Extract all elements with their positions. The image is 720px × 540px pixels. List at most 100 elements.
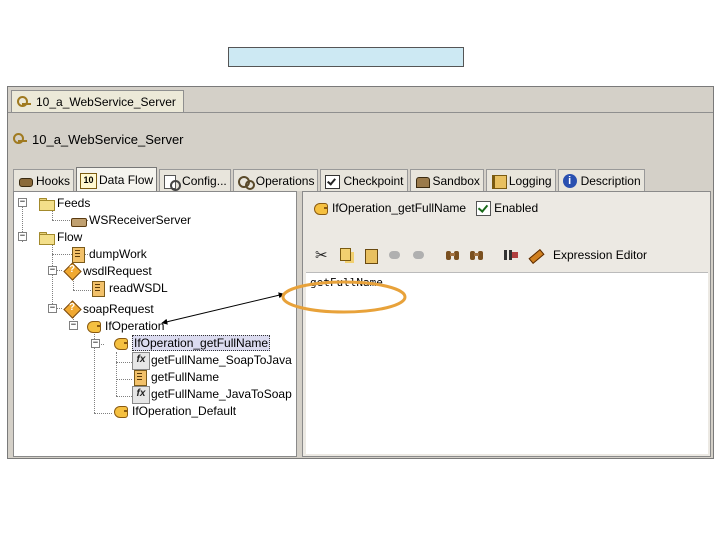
undo-button[interactable] [385,246,405,264]
tree-guide-line [52,210,53,220]
tree-node-dump-work[interactable]: dumpWork [70,246,147,263]
tab-checkpoint[interactable]: Checkpoint [320,169,408,191]
enabled-label: Enabled [494,201,539,215]
brush-icon [527,247,543,263]
tree-guide-line [116,362,132,363]
hook-icon [17,173,33,189]
redo-button[interactable] [409,246,429,264]
detail-header: IfOperation_getFullName Enabled [313,200,538,216]
collapse-toggle[interactable]: − [48,266,57,275]
detail-node-name: IfOperation_getFullName [332,201,467,215]
tab-logging[interactable]: Logging [485,169,556,191]
tree-node-ws-receiver-server[interactable]: WSReceiverServer [70,212,191,228]
document-tab[interactable]: 10_a_WebService_Server [11,90,184,112]
collapse-toggle[interactable]: − [18,232,27,241]
collapse-toggle[interactable]: − [69,321,78,330]
tree-guide-line [116,379,132,380]
script-icon [132,369,148,386]
paste-icon [363,247,379,264]
tab-hooks[interactable]: Hooks [13,169,75,191]
tab-data-flow[interactable]: Data Flow [76,167,158,191]
collapse-toggle[interactable]: − [18,198,27,207]
condition-icon [113,335,129,351]
tree-node-get-full-name-soap-to-java[interactable]: getFullName_SoapToJava [132,352,292,370]
service-key-icon [12,131,28,147]
router-icon [64,263,80,279]
application-window: 10_a_WebService_Server 10_a_WebService_S… [7,86,714,459]
tree-node-label: WSReceiverServer [89,213,192,227]
tab-label: Hooks [36,173,71,188]
cut-button[interactable] [313,246,333,264]
tree-node-get-full-name[interactable]: getFullName [132,369,220,386]
function-icon [132,386,150,404]
tree-node-get-full-name-java-to-soap[interactable]: getFullName_JavaToSoap [132,386,292,404]
tree-node-label: wsdlRequest [83,264,152,278]
service-key-icon [16,94,32,110]
condition-icon [313,200,329,216]
tab-sandbox[interactable]: Sandbox [409,169,484,191]
condition-icon [86,318,102,334]
receiver-icon [70,212,87,228]
tab-label: Operations [255,173,315,188]
tree-node-label: IfOperation_getFullName [132,335,271,351]
expression-editor-button[interactable] [525,246,545,264]
tree-node-label: getFullName_JavaToSoap [151,387,292,401]
tree-node-label: Feeds [57,196,91,210]
undo-icon [387,247,403,263]
editor-toolbar: Expression Editor [313,245,647,265]
tree-node-if-operation-default[interactable]: IfOperation_Default [113,403,236,419]
flow-tree-panel: − Feeds WSReceiverServer − Flow dumpWork… [13,191,297,457]
tab-description[interactable]: Description [557,169,645,191]
page-title-row: 10_a_WebService_Server [12,129,184,149]
folder-icon [38,195,55,211]
collapse-toggle[interactable]: − [48,304,57,313]
config-icon [163,173,182,191]
tree-node-label: readWSDL [109,281,168,295]
format-button[interactable] [501,246,521,264]
tree-guide-line [116,396,132,397]
scissors-icon [315,246,331,264]
tab-label: Logging [508,173,552,188]
copy-button[interactable] [337,246,357,264]
top-banner-bar [228,47,464,67]
collapse-toggle[interactable]: − [91,339,100,348]
tree-node-flow[interactable]: Flow [38,229,82,245]
code-editor[interactable]: getFullName [306,272,708,454]
script-icon [90,280,106,297]
tree-node-if-operation[interactable]: IfOperation [86,318,164,334]
enabled-checkbox[interactable] [475,200,492,216]
expression-editor-label[interactable]: Expression Editor [553,248,647,262]
tree-node-feeds[interactable]: Feeds [38,195,90,211]
node-detail-panel: IfOperation_getFullName Enabled Expressi… [302,191,711,457]
tree-node-wsdl-request[interactable]: wsdlRequest [64,263,152,279]
tree-node-soap-request[interactable]: soapRequest [64,301,154,317]
operations-icon [237,173,255,190]
script-icon [70,246,86,263]
tree-node-if-operation-get-full-name[interactable]: IfOperation_getFullName [113,335,271,351]
binoculars-replace-icon [469,247,485,263]
tree-node-read-wsdl[interactable]: readWSDL [90,280,168,297]
code-text: getFullName [310,276,383,289]
copy-icon [339,247,355,263]
tab-config[interactable]: Config... [159,169,231,191]
tab-label: Description [580,173,641,188]
condition-icon [113,403,129,419]
binoculars-icon [445,247,461,263]
function-icon [132,352,150,370]
tree-node-label: getFullName [151,370,220,384]
tree-node-label: IfOperation_Default [132,404,237,418]
tab-operations[interactable]: Operations [232,169,319,191]
paste-button[interactable] [361,246,381,264]
redo-icon [411,247,427,263]
find-button[interactable] [443,246,463,264]
tree-node-label: Flow [57,230,83,244]
info-icon [562,173,578,189]
tab-strip-divider [8,112,713,113]
tab-label: Config... [182,173,227,188]
find-replace-button[interactable] [467,246,487,264]
folder-icon [38,229,55,245]
tab-label: Data Flow [99,172,154,187]
tab-label: Checkpoint [343,173,404,188]
document-tab-label: 10_a_WebService_Server [36,94,176,109]
checkpoint-icon [324,173,341,189]
